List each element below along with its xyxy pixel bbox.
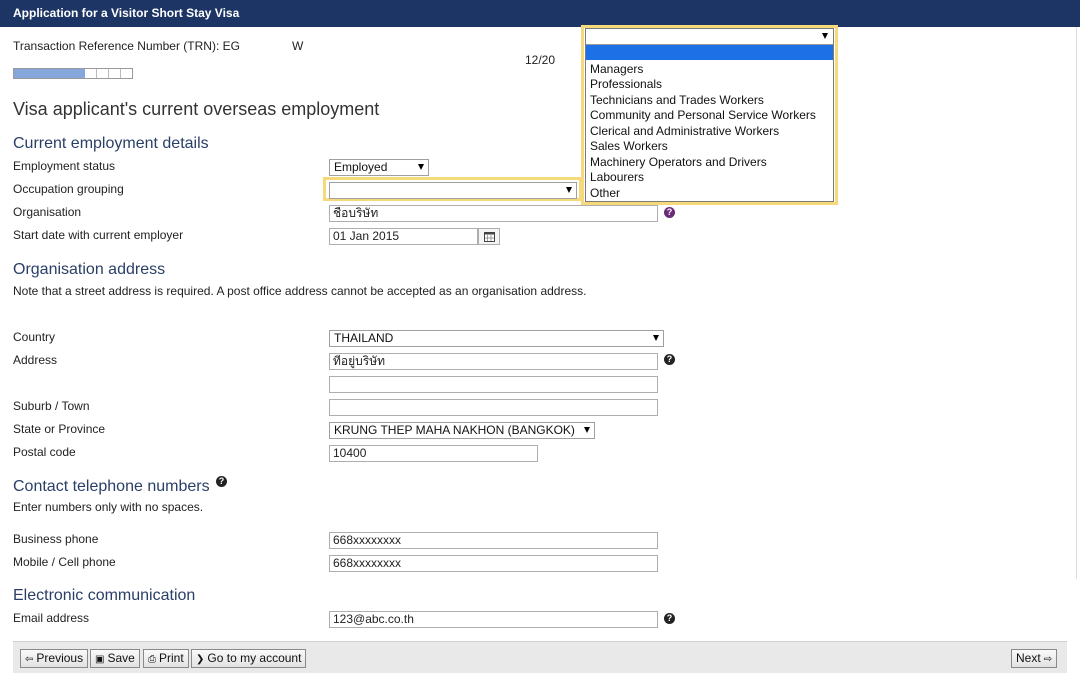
dropdown-option[interactable]: Managers (590, 62, 643, 76)
print-button[interactable]: ⎙ Print (143, 649, 189, 668)
calendar-icon (484, 232, 495, 242)
help-icon[interactable]: ? (664, 354, 675, 365)
organisation-input[interactable]: ชื่อบริษัท (329, 205, 658, 222)
help-icon[interactable]: ? (664, 207, 675, 218)
phones-note: Enter numbers only with no spaces. (13, 500, 204, 514)
state-label: State or Province (13, 422, 106, 436)
save-label: Save (107, 651, 135, 665)
country-select[interactable]: THAILAND (329, 330, 664, 347)
chevron-down-icon (584, 427, 590, 433)
employment-status-select[interactable]: Employed (329, 159, 429, 176)
org-address-heading: Organisation address (13, 261, 166, 278)
mobile-phone-input[interactable]: 668xxxxxxxx (329, 555, 658, 572)
progress-text: 12/20 (525, 53, 556, 67)
floppy-disk-icon: ▣ (95, 654, 105, 665)
dropdown-option[interactable]: Machinery Operators and Drivers (590, 155, 767, 169)
dropdown-option[interactable]: Technicians and Trades Workers (590, 93, 764, 107)
next-label: Next (1016, 651, 1041, 665)
print-label: Print (159, 651, 184, 665)
dropdown-current-selection[interactable] (586, 29, 833, 45)
dropdown-option[interactable]: Labourers (590, 170, 644, 184)
address-line2-input[interactable] (329, 376, 658, 393)
address-label: Address (13, 353, 58, 367)
postal-code-input[interactable]: 10400 (329, 445, 538, 462)
save-button[interactable]: ▣ Save (90, 649, 140, 668)
state-select[interactable]: KRUNG THEP MAHA NAKHON (BANGKOK) (329, 422, 595, 439)
organisation-label: Organisation (13, 205, 82, 219)
previous-label: Previous (36, 651, 84, 665)
suburb-label: Suburb / Town (13, 399, 90, 413)
email-label: Email address (13, 611, 90, 625)
dropdown-option[interactable]: Community and Personal Service Workers (590, 108, 816, 122)
dropdown-option-blank[interactable] (586, 45, 833, 60)
dropdown-option[interactable]: Sales Workers (590, 139, 668, 153)
arrow-left-icon: ⇦ (25, 654, 34, 665)
footer-toolbar: ⇦ Previous ▣ Save ⎙ Print ❯ Go to my account… (13, 641, 1067, 673)
dropdown-option[interactable]: Professionals (590, 77, 662, 91)
help-icon[interactable]: ? (664, 613, 675, 624)
next-button[interactable]: Next ⇨ (1011, 649, 1058, 668)
country-value: THAILAND (334, 331, 394, 345)
chevron-down-icon (822, 33, 828, 39)
trn-suffix: W (292, 39, 304, 53)
postal-code-label: Postal code (13, 445, 76, 459)
occupation-dropdown-list[interactable]: Managers Professionals Technicians and T… (585, 28, 834, 202)
chevron-down-icon (418, 164, 424, 170)
page-title: Visa applicant's current overseas employ… (13, 99, 380, 119)
electronic-heading: Electronic communication (13, 587, 196, 604)
chevron-down-icon (566, 187, 572, 193)
scrollbar-track[interactable] (1076, 27, 1077, 579)
calendar-button[interactable] (478, 228, 500, 245)
start-date-input[interactable]: 01 Jan 2015 (329, 228, 478, 245)
country-label: Country (13, 330, 56, 344)
employment-status-value: Employed (334, 160, 388, 174)
arrow-right-icon: ⇨ (1043, 654, 1053, 665)
employment-status-label: Employment status (13, 159, 116, 173)
business-phone-input[interactable]: 668xxxxxxxx (329, 532, 658, 549)
progress-bar (13, 68, 133, 79)
trn-label: Transaction Reference Number (TRN): EG (13, 39, 240, 53)
previous-button[interactable]: ⇦ Previous (20, 649, 89, 668)
phones-heading: Contact telephone numbers (13, 478, 210, 495)
address-line1-input[interactable]: ที่อยู่บริษัท (329, 353, 658, 370)
occupation-grouping-label: Occupation grouping (13, 182, 124, 196)
org-address-note: Note that a street address is required. … (13, 284, 587, 298)
help-icon[interactable]: ? (216, 476, 227, 487)
occupation-grouping-select[interactable] (329, 182, 577, 199)
chevron-down-icon (653, 335, 659, 341)
dropdown-option[interactable]: Other (590, 186, 620, 200)
suburb-input[interactable] (329, 399, 658, 416)
chevron-right-icon: ❯ (196, 654, 205, 665)
window-title: Application for a Visitor Short Stay Vis… (0, 0, 1080, 27)
go-to-account-label: Go to my account (207, 651, 302, 665)
start-date-label: Start date with current employer (13, 228, 184, 242)
employment-heading: Current employment details (13, 135, 209, 152)
dropdown-option[interactable]: Clerical and Administrative Workers (590, 124, 779, 138)
printer-icon: ⎙ (148, 654, 156, 665)
state-value: KRUNG THEP MAHA NAKHON (BANGKOK) (334, 423, 575, 437)
mobile-phone-label: Mobile / Cell phone (13, 555, 116, 569)
email-input[interactable]: 123@abc.co.th (329, 611, 658, 628)
business-phone-label: Business phone (13, 532, 99, 546)
go-to-account-button[interactable]: ❯ Go to my account (191, 649, 307, 668)
